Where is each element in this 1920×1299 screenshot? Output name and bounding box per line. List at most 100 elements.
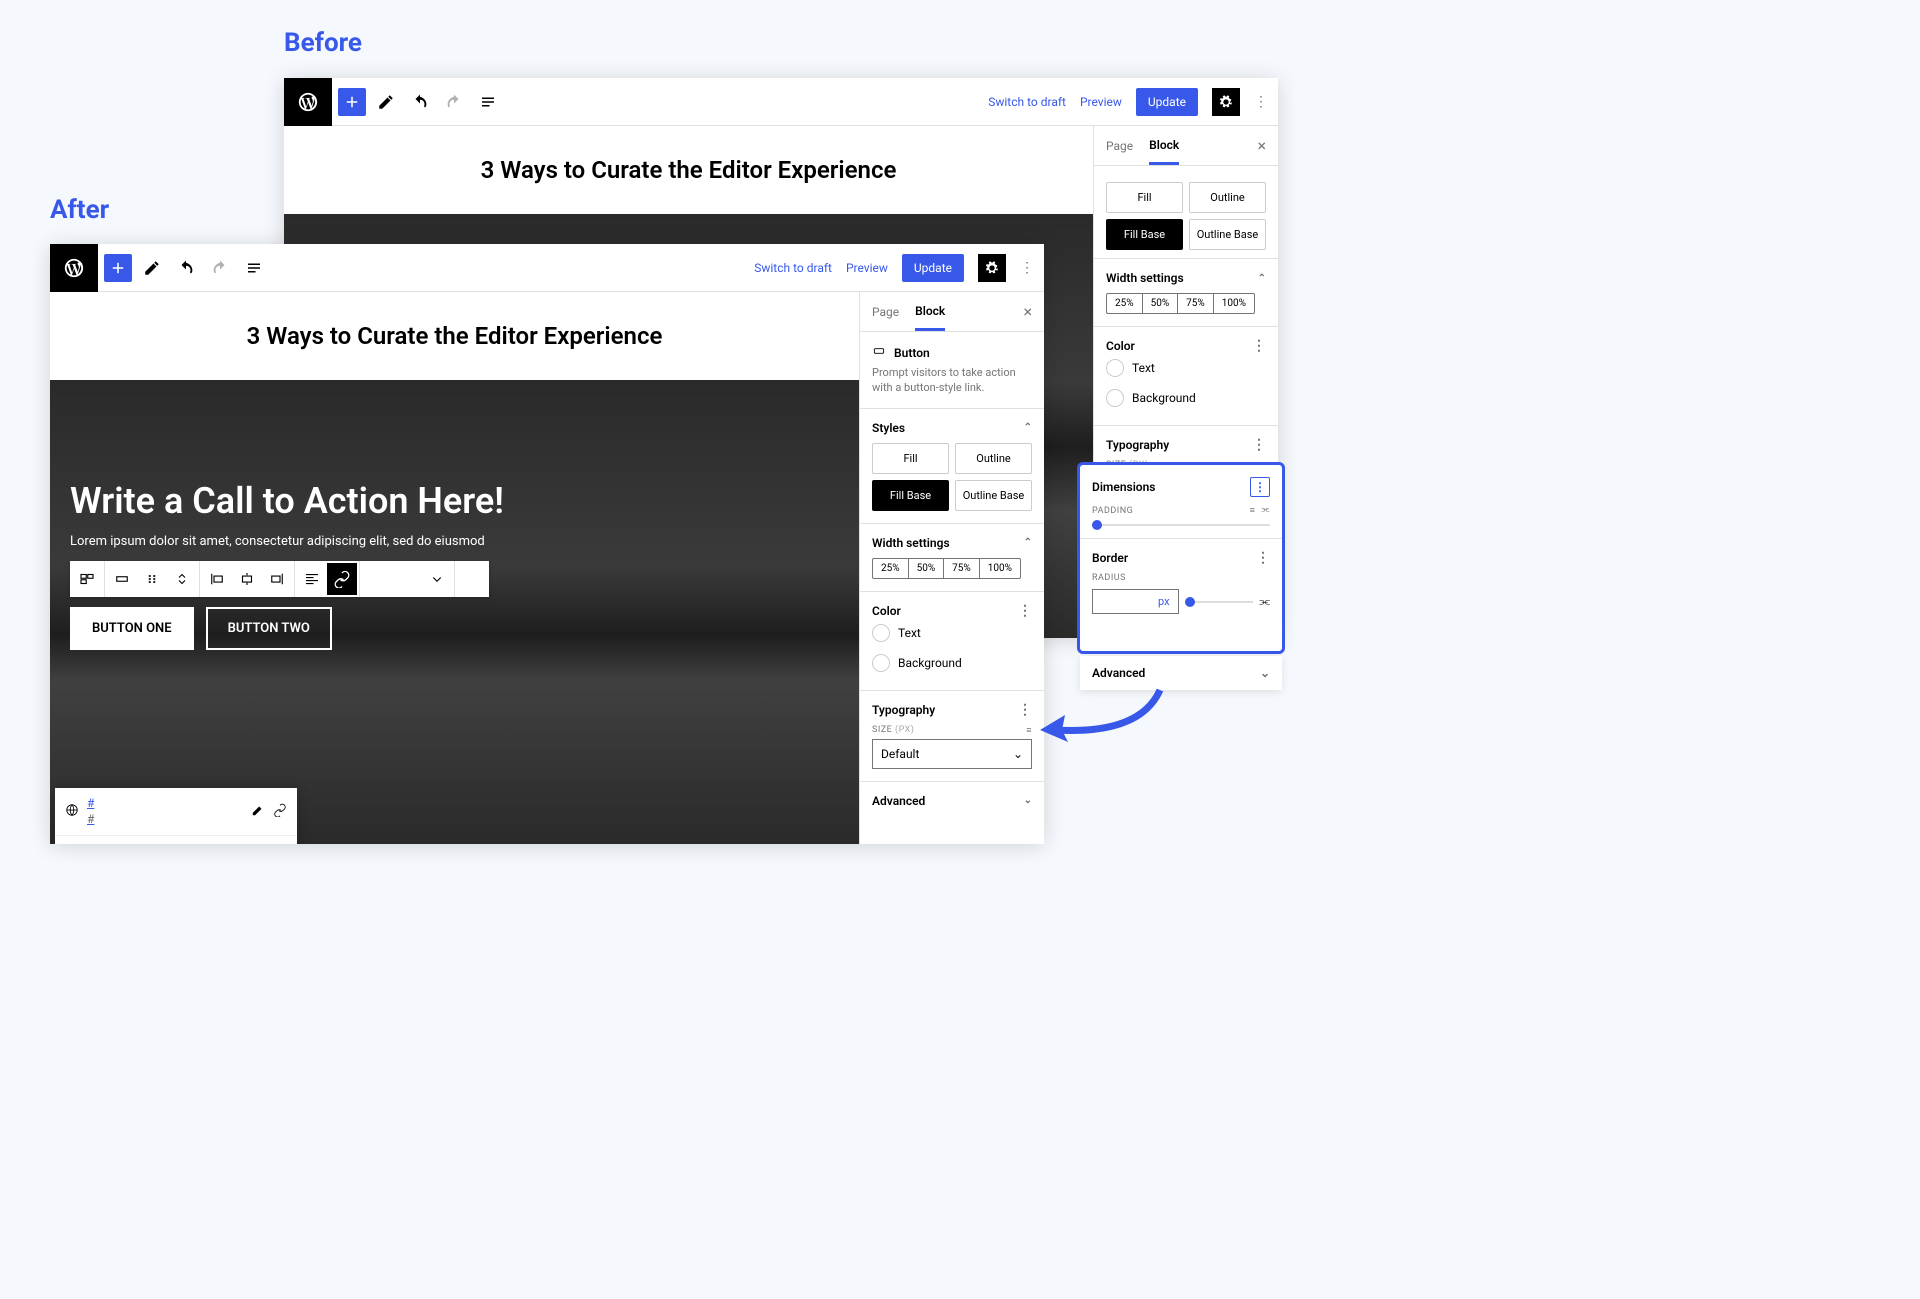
unlink-icon[interactable] <box>273 803 287 820</box>
drag-handle-icon[interactable] <box>137 563 167 595</box>
more-options-icon[interactable]: ⋮ <box>1020 261 1034 275</box>
close-sidebar-icon[interactable]: × <box>1257 136 1266 155</box>
style-outline-base[interactable]: Outline Base <box>955 480 1032 511</box>
width-75[interactable]: 75% <box>944 559 980 578</box>
tab-page[interactable]: Page <box>1106 129 1133 163</box>
color-text[interactable]: Text <box>872 618 1032 648</box>
settings-sidebar: Page Block × Button Prompt visitors to t… <box>859 292 1044 844</box>
width-title: Width settings <box>1106 271 1184 285</box>
padding-slider[interactable] <box>1092 524 1270 526</box>
add-block-button[interactable] <box>104 254 132 282</box>
style-outline[interactable]: Outline <box>1189 182 1266 213</box>
width-25[interactable]: 25% <box>873 559 909 578</box>
width-options: 25% 50% 75% 100% <box>872 558 1021 579</box>
chevron-up-icon[interactable]: ⌃ <box>1024 537 1032 548</box>
color-text[interactable]: Text <box>1106 353 1266 383</box>
link-corners-icon[interactable]: ⫘ <box>1259 594 1270 609</box>
chevron-up-icon[interactable]: ⌃ <box>1258 273 1266 284</box>
sidebar-tabs: Page Block × <box>860 292 1044 332</box>
list-view-icon[interactable] <box>474 88 502 116</box>
swatch-icon <box>1106 359 1124 377</box>
radius-input[interactable]: px <box>1092 589 1179 614</box>
advanced-title: Advanced <box>872 794 925 808</box>
preview-link[interactable]: Preview <box>1080 95 1122 109</box>
transform-icon[interactable] <box>107 563 137 595</box>
wordpress-logo[interactable] <box>284 78 332 126</box>
align-left-icon[interactable] <box>202 563 232 595</box>
move-icon[interactable] <box>167 563 197 595</box>
preview-link[interactable]: Preview <box>846 261 888 275</box>
close-sidebar-icon[interactable]: × <box>1023 302 1032 321</box>
style-fill[interactable]: Fill <box>1106 182 1183 213</box>
style-outline-base[interactable]: Outline Base <box>1189 219 1266 250</box>
tab-page[interactable]: Page <box>872 295 899 329</box>
page-title[interactable]: 3 Ways to Curate the Editor Experience <box>50 292 859 380</box>
switch-draft-link[interactable]: Switch to draft <box>754 261 832 275</box>
tab-block[interactable]: Block <box>915 294 945 331</box>
redo-icon[interactable] <box>206 254 234 282</box>
tab-block[interactable]: Block <box>1149 128 1179 165</box>
link-sides-icon[interactable]: ⫘ <box>1261 505 1270 516</box>
width-25[interactable]: 25% <box>1107 294 1143 313</box>
typography-title: Typography <box>1106 438 1169 452</box>
undo-icon[interactable] <box>172 254 200 282</box>
dimensions-title: Dimensions <box>1092 480 1155 494</box>
edit-icon[interactable] <box>138 254 166 282</box>
settings-button[interactable] <box>978 254 1006 282</box>
width-50[interactable]: 50% <box>909 559 945 578</box>
edit-icon[interactable] <box>372 88 400 116</box>
page-title[interactable]: 3 Ways to Curate the Editor Experience <box>284 126 1093 214</box>
align-text-icon[interactable] <box>297 563 327 595</box>
size-label: SIZE (PX)≡ <box>872 725 1032 735</box>
button-one[interactable]: BUTTON ONE <box>70 607 194 650</box>
style-fill-base[interactable]: Fill Base <box>1106 219 1183 250</box>
style-fill-base[interactable]: Fill Base <box>872 480 949 511</box>
color-background[interactable]: Background <box>872 648 1032 678</box>
color-options-icon[interactable]: ⋮ <box>1018 604 1032 618</box>
color-options-icon[interactable]: ⋮ <box>1252 339 1266 353</box>
button-two[interactable]: BUTTON TWO <box>206 607 332 650</box>
align-right-icon[interactable] <box>262 563 292 595</box>
bold-icon[interactable]: B <box>362 563 392 595</box>
width-panel: Width settings⌃ 25% 50% 75% 100% <box>860 524 1044 592</box>
sliders-icon[interactable]: ≡ <box>1250 505 1256 516</box>
dimensions-options-icon[interactable]: ⋮ <box>1250 477 1270 497</box>
color-title: Color <box>1106 339 1135 353</box>
link-url[interactable]: ## <box>87 796 243 827</box>
color-background[interactable]: Background <box>1106 383 1266 413</box>
width-50[interactable]: 50% <box>1143 294 1179 313</box>
wordpress-logo[interactable] <box>50 244 98 292</box>
typography-options-icon[interactable]: ⋮ <box>1252 438 1266 452</box>
link-icon[interactable] <box>327 563 357 595</box>
edit-link-icon[interactable] <box>251 803 265 820</box>
radius-slider[interactable] <box>1185 601 1254 603</box>
settings-button[interactable] <box>1212 88 1240 116</box>
border-options-icon[interactable]: ⋮ <box>1256 551 1270 565</box>
size-select[interactable]: Default⌄ <box>872 739 1032 769</box>
color-panel: Color⋮ Text Background <box>860 592 1044 691</box>
italic-icon[interactable]: I <box>392 563 422 595</box>
cta-paragraph[interactable]: Lorem ipsum dolor sit amet, consectetur … <box>70 534 839 549</box>
width-100[interactable]: 100% <box>980 559 1020 578</box>
add-block-button[interactable] <box>338 88 366 116</box>
padding-label: PADDING <box>1092 506 1133 516</box>
block-type-icon[interactable] <box>72 563 102 595</box>
more-icon[interactable]: ⋮ <box>457 563 487 595</box>
topbar: Switch to draft Preview Update ⋮ <box>50 244 1044 292</box>
update-button[interactable]: Update <box>902 254 964 282</box>
width-75[interactable]: 75% <box>1178 294 1214 313</box>
cta-heading[interactable]: Write a Call to Action Here! <box>70 480 839 522</box>
style-outline[interactable]: Outline <box>955 443 1032 474</box>
update-button[interactable]: Update <box>1136 88 1198 116</box>
undo-icon[interactable] <box>406 88 434 116</box>
list-view-icon[interactable] <box>240 254 268 282</box>
width-100[interactable]: 100% <box>1214 294 1254 313</box>
chevron-down-icon[interactable] <box>422 563 452 595</box>
more-options-icon[interactable]: ⋮ <box>1254 95 1268 109</box>
align-center-icon[interactable] <box>232 563 262 595</box>
switch-draft-link[interactable]: Switch to draft <box>988 95 1066 109</box>
redo-icon[interactable] <box>440 88 468 116</box>
style-fill[interactable]: Fill <box>872 443 949 474</box>
advanced-panel[interactable]: Advanced⌄ <box>860 782 1044 820</box>
chevron-up-icon[interactable]: ⌃ <box>1024 422 1032 433</box>
